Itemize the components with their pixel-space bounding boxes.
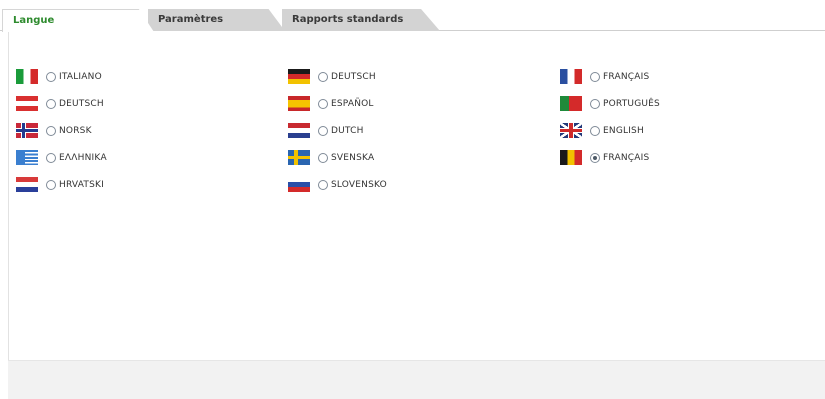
italy-flag-icon [16,69,38,84]
language-option-italiano[interactable]: ITALIANO [16,63,107,90]
slovenia-flag-icon [288,177,310,192]
tab-langue[interactable]: Langue [2,9,154,32]
language-option-english[interactable]: ENGLISH [560,117,660,144]
language-option-deutsch-at[interactable]: DEUTSCH [16,90,107,117]
language-column-1: ITALIANO DEUTSCH NORSK ΕΛΛΗΝΙΚΑ HRVATSKI [16,63,107,198]
sweden-flag-icon [288,150,310,165]
language-option-portugues[interactable]: PORTUGUÊS [560,90,660,117]
language-label: SLOVENSKO [331,179,387,190]
france-flag-icon [560,69,582,84]
radio-norsk[interactable] [46,125,56,136]
radio-italiano[interactable] [46,71,56,82]
radio-deutsch-at[interactable] [46,98,56,109]
language-option-slovensko[interactable]: SLOVENSKO [288,171,387,198]
language-label: ITALIANO [59,71,102,82]
language-label: PORTUGUÊS [603,98,660,109]
croatia-flag-icon [16,177,38,192]
tab-bar: Langue Paramètres Rapports standards [0,0,825,32]
spain-flag-icon [288,96,310,111]
language-option-espanol[interactable]: ESPAÑOL [288,90,387,117]
language-label: DEUTSCH [331,71,376,82]
language-option-francais-be[interactable]: FRANÇAIS [560,144,660,171]
language-label: HRVATSKI [59,179,104,190]
portugal-flag-icon [560,96,582,111]
radio-english[interactable] [590,125,600,136]
language-panel: ITALIANO DEUTSCH NORSK ΕΛΛΗΝΙΚΑ HRVATSKI… [8,31,825,360]
tab-parametres[interactable]: Paramètres [148,9,285,31]
radio-espanol[interactable] [318,98,328,109]
language-label: FRANÇAIS [603,71,650,82]
radio-francais-fr[interactable] [590,71,600,82]
language-label: ΕΛΛΗΝΙΚΑ [59,152,107,163]
language-option-svenska[interactable]: SVENSKA [288,144,387,171]
tab-rapports-standards[interactable]: Rapports standards [282,9,440,31]
language-label: FRANÇAIS [603,152,650,163]
austria-flag-icon [16,96,38,111]
netherlands-flag-icon [288,123,310,138]
language-option-norsk[interactable]: NORSK [16,117,107,144]
language-option-greek[interactable]: ΕΛΛΗΝΙΚΑ [16,144,107,171]
radio-portugues[interactable] [590,98,600,109]
radio-svenska[interactable] [318,152,328,163]
footer-bar [8,360,825,399]
language-column-2: DEUTSCH ESPAÑOL DUTCH SVENSKA SLOVENSKO [288,63,387,198]
language-option-francais-fr[interactable]: FRANÇAIS [560,63,660,90]
language-option-deutsch-de[interactable]: DEUTSCH [288,63,387,90]
language-option-hrvatski[interactable]: HRVATSKI [16,171,107,198]
belgium-flag-icon [560,150,582,165]
radio-deutsch-de[interactable] [318,71,328,82]
language-label: ENGLISH [603,125,644,136]
radio-dutch[interactable] [318,125,328,136]
language-label: NORSK [59,125,92,136]
language-column-3: FRANÇAIS PORTUGUÊS ENGLISH FRANÇAIS [560,63,660,171]
radio-greek[interactable] [46,152,56,163]
language-option-dutch[interactable]: DUTCH [288,117,387,144]
greece-flag-icon [16,150,38,165]
language-label: DEUTSCH [59,98,104,109]
language-label: DUTCH [331,125,364,136]
germany-flag-icon [288,69,310,84]
radio-hrvatski[interactable] [46,179,56,190]
language-label: ESPAÑOL [331,98,374,109]
radio-francais-be[interactable] [590,152,600,163]
norway-flag-icon [16,123,38,138]
language-label: SVENSKA [331,152,375,163]
uk-flag-icon [560,123,582,138]
radio-slovensko[interactable] [318,179,328,190]
